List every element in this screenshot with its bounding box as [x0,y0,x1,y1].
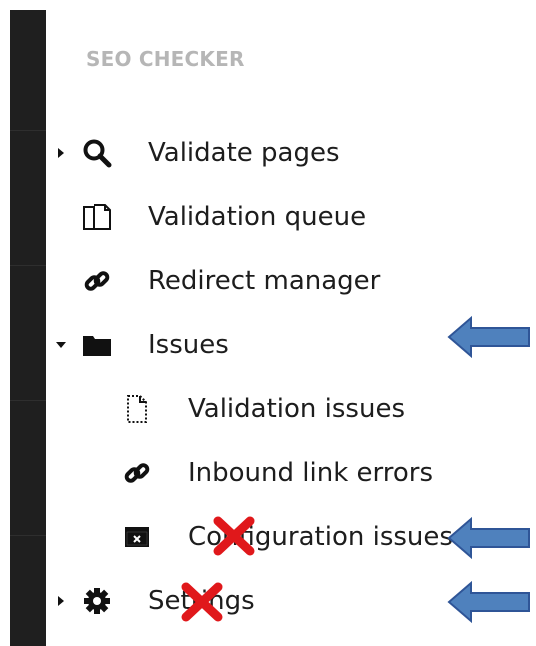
section-header: SEO CHECKER [86,47,245,71]
annotation-arrow-icon [447,315,530,359]
strip-divider [10,130,46,131]
strip-divider [10,265,46,266]
link-icon [120,451,154,495]
link-icon [80,259,114,303]
tree-item-validation-issues[interactable]: Validation issues [114,387,474,431]
tree-item-configuration-issues[interactable]: Configuration issues [114,515,474,559]
window-close-icon [120,515,154,559]
tree-item-inbound-link-errors[interactable]: Inbound link errors [114,451,474,495]
tree-item-settings[interactable]: Settings [54,579,434,623]
red-cross-icon [213,516,255,556]
left-navigation-strip [10,10,46,646]
folder-icon [80,323,114,367]
search-icon [80,131,114,175]
document-dotted-icon [120,387,154,431]
tree-item-label: Redirect manager [148,266,381,296]
tree-item-label: Validate pages [148,138,340,168]
tree-item-label: Validation queue [148,202,367,232]
strip-divider [10,400,46,401]
tree-item-redirect-manager[interactable]: Redirect manager [54,259,474,303]
tree-item-label: Validation issues [188,394,405,424]
annotation-arrow-icon [447,580,530,624]
red-cross-icon [181,582,223,622]
gear-icon [80,579,114,623]
caret-down-icon[interactable] [54,323,68,367]
tree-item-label: Inbound link errors [188,458,434,488]
tree-item-validation-queue[interactable]: Validation queue [54,195,474,239]
tree-item-issues[interactable]: Issues [54,323,434,367]
strip-divider [10,535,46,536]
tree-item-label: Issues [148,330,229,360]
document-copy-icon [80,195,114,239]
annotation-arrow-icon [447,516,530,560]
caret-right-icon[interactable] [54,131,68,175]
caret-right-icon[interactable] [54,579,68,623]
tree-item-validate-pages[interactable]: Validate pages [54,131,474,175]
